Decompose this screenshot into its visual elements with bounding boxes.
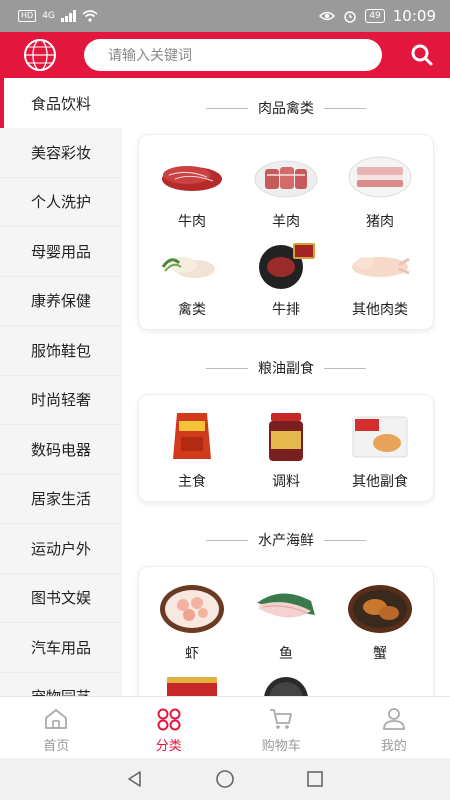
product-seafood-gift-box[interactable]: [145, 669, 239, 696]
alarm-icon: [344, 11, 357, 23]
category-sidebar: 食品饮料 美容彩妆 个人洗护 母婴用品 康养保健 服饰鞋包 时尚轻奢 数码电器 …: [0, 78, 122, 696]
back-icon[interactable]: [125, 769, 145, 789]
nav-category[interactable]: 分类: [113, 697, 226, 758]
sidebar-item-beauty[interactable]: 美容彩妆: [0, 128, 122, 178]
sidebar-item-sports[interactable]: 运动户外: [0, 524, 122, 574]
sidebar-item-home[interactable]: 居家生活: [0, 475, 122, 524]
beef-image: [161, 166, 222, 191]
search-input[interactable]: 请输入关键词: [84, 39, 382, 71]
product-other-meat[interactable]: 其他肉类: [333, 237, 427, 325]
product-grid-grain-oil: 主食 调料 其他副食: [138, 394, 434, 502]
sidebar-item-auto[interactable]: 汽车用品: [0, 623, 122, 673]
product-shrimp[interactable]: 虾: [145, 581, 239, 669]
product-lamb[interactable]: 羊肉: [239, 149, 333, 237]
nav-home[interactable]: 首页: [0, 697, 113, 758]
battery-indicator: 49: [365, 9, 385, 23]
pork-image: [348, 156, 412, 198]
sidebar-item-food[interactable]: 食品饮料: [0, 78, 122, 128]
network-tag: HD: [18, 10, 37, 22]
poultry-image: [161, 257, 215, 278]
category-content: 肉品禽类 牛肉 羊肉 猪肉 禽类 牛排 其他肉类 粮油副食 主食 调料 其他副食…: [122, 78, 450, 696]
noodle-pack-image: [352, 416, 408, 458]
brand-logo-icon[interactable]: [22, 37, 58, 73]
nav-profile[interactable]: 我的: [338, 697, 450, 758]
rice-bag-image: [172, 413, 211, 459]
section-title-seafood: 水产海鲜: [122, 524, 450, 556]
search-icon[interactable]: [410, 43, 434, 67]
product-staple[interactable]: 主食: [145, 409, 239, 497]
sidebar-item-baby[interactable]: 母婴用品: [0, 227, 122, 277]
recents-icon[interactable]: [305, 769, 325, 789]
sidebar-item-pets[interactable]: 宠物园艺: [0, 673, 122, 696]
signal-icon: [60, 10, 76, 22]
product-seafood-can[interactable]: [239, 669, 333, 696]
home-icon: [45, 709, 68, 729]
sidebar-item-health[interactable]: 康养保健: [0, 277, 122, 326]
product-grid-meat: 牛肉 羊肉 猪肉 禽类 牛排 其他肉类: [138, 134, 434, 330]
status-bar: HD 4G 49 10:09: [0, 0, 450, 32]
product-seasoning[interactable]: 调料: [239, 409, 333, 497]
lamb-image: [254, 160, 318, 198]
product-grid-seafood: 虾 鱼 蟹: [138, 566, 434, 696]
section-title-grain-oil: 粮油副食: [122, 352, 450, 384]
sidebar-item-electronics[interactable]: 数码电器: [0, 425, 122, 475]
gift-box-image: [166, 677, 217, 696]
product-crab[interactable]: 蟹: [333, 581, 427, 669]
system-navigation-bar: [0, 758, 450, 800]
other-meat-image: [351, 257, 410, 277]
product-beef[interactable]: 牛肉: [145, 149, 239, 237]
bottom-navigation: 首页 分类 购物车 我的: [0, 696, 450, 758]
product-steak[interactable]: 牛排: [239, 237, 333, 325]
product-other-staple[interactable]: 其他副食: [333, 409, 427, 497]
home-circle-icon[interactable]: [215, 769, 235, 789]
can-image: [264, 677, 308, 696]
sidebar-item-books[interactable]: 图书文娱: [0, 574, 122, 623]
sidebar-item-personal-care[interactable]: 个人洗护: [0, 178, 122, 227]
fish-image: [256, 593, 315, 618]
wifi-icon: [82, 10, 98, 22]
sidebar-item-apparel[interactable]: 服饰鞋包: [0, 326, 122, 376]
category-icon: [157, 708, 181, 731]
shrimp-image: [159, 585, 224, 633]
nav-cart[interactable]: 购物车: [225, 697, 338, 758]
eye-icon: [319, 11, 336, 21]
clock: 10:09: [392, 7, 436, 25]
section-title-meat: 肉品禽类: [122, 92, 450, 124]
steak-image: [258, 243, 315, 289]
user-icon: [382, 708, 405, 730]
sidebar-item-luxury[interactable]: 时尚轻奢: [0, 376, 122, 425]
product-fish[interactable]: 鱼: [239, 581, 333, 669]
cart-icon: [270, 709, 293, 729]
sauce-jar-image: [268, 413, 303, 461]
app-header: 请输入关键词: [0, 32, 450, 78]
crab-image: [347, 585, 412, 633]
network-type: 4G: [42, 11, 55, 21]
product-poultry[interactable]: 禽类: [145, 237, 239, 325]
search-placeholder: 请输入关键词: [108, 48, 192, 64]
product-pork[interactable]: 猪肉: [333, 149, 427, 237]
